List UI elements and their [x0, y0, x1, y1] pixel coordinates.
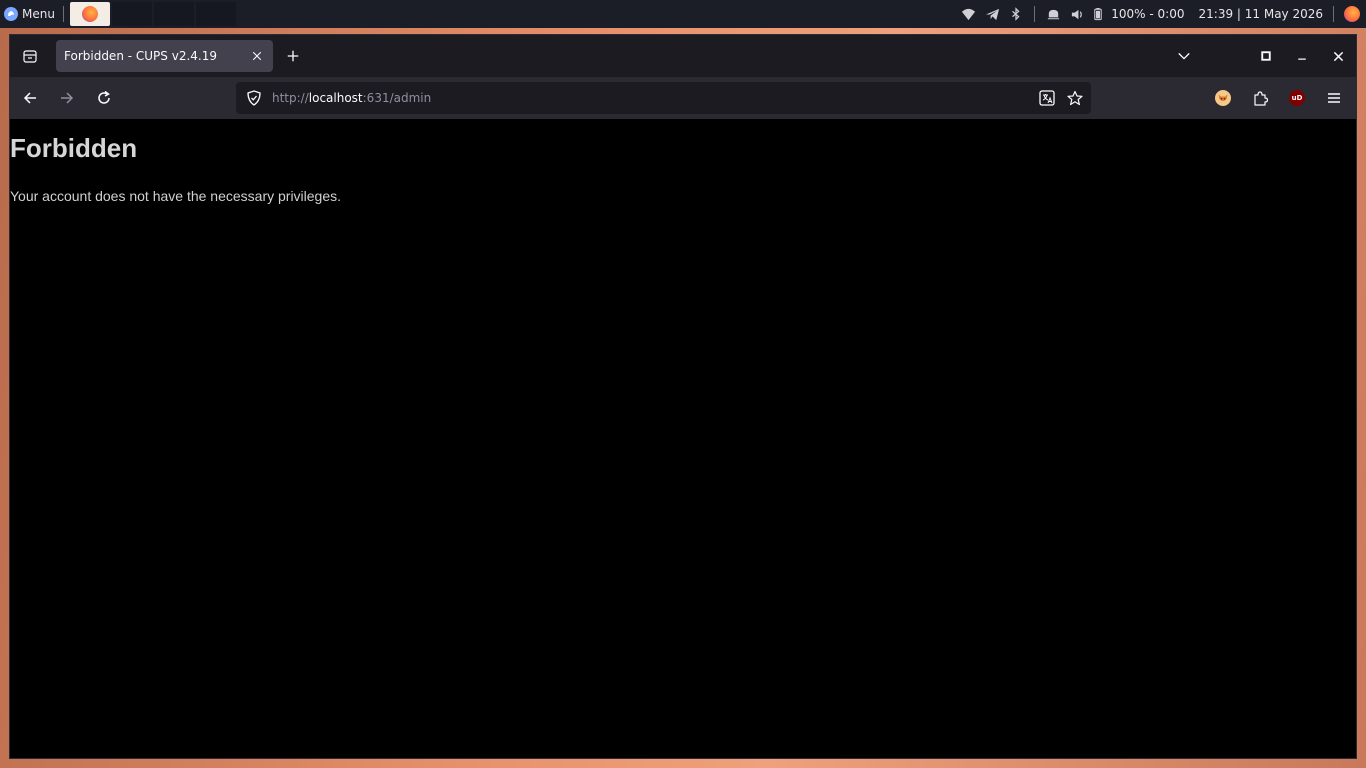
wifi-icon[interactable] [960, 6, 976, 22]
battery-icon[interactable] [1093, 6, 1103, 22]
back-arrow-icon [23, 92, 36, 104]
reload-icon [98, 90, 110, 104]
error-message: Your account does not have the necessary… [10, 188, 342, 204]
page-heading: Forbidden [10, 133, 138, 163]
url-scheme: http:// [272, 91, 309, 105]
maximize-button[interactable] [1248, 35, 1284, 77]
reload-button[interactable] [87, 82, 121, 114]
notification-icon[interactable] [1045, 6, 1061, 22]
toolbar-extensions: uD [1207, 82, 1350, 114]
menu-label: Menu [22, 7, 55, 21]
taskbar-firefox-button[interactable] [69, 2, 110, 26]
bookmark-star-icon[interactable] [1067, 90, 1083, 106]
forward-arrow-icon [61, 92, 74, 104]
back-button[interactable] [13, 82, 47, 114]
puzzle-piece-icon [1254, 91, 1268, 106]
close-icon [1333, 51, 1343, 61]
clock-text[interactable]: 21:39 | 11 May 2026 [1199, 7, 1324, 21]
close-window-button[interactable] [1320, 35, 1356, 77]
panel-separator [62, 6, 64, 22]
app-menu-button[interactable] [1318, 82, 1350, 114]
forward-button[interactable] [50, 82, 84, 114]
hamburger-menu-icon [1328, 93, 1340, 103]
panel-separator [1034, 6, 1036, 22]
ublock-origin-button[interactable]: uD [1281, 82, 1313, 114]
firefox-launcher-icon[interactable] [1344, 6, 1360, 22]
firefox-view-icon [23, 50, 37, 63]
plus-icon [287, 50, 299, 62]
url-text: http://localhost:631/admin [272, 91, 431, 105]
list-all-tabs-button[interactable] [1166, 35, 1202, 77]
url-actions [1039, 90, 1083, 106]
url-host: localhost [308, 91, 363, 105]
chevron-down-icon [1178, 52, 1190, 60]
new-tab-button[interactable] [277, 40, 309, 72]
maximize-icon [1261, 51, 1271, 61]
tab-bar: Forbidden - CUPS v2.4.19 [10, 35, 1356, 77]
menu-logo-icon [4, 7, 18, 21]
ublock-origin-icon: uD [1289, 90, 1305, 106]
volume-icon[interactable] [1069, 6, 1085, 22]
url-bar[interactable]: http://localhost:631/admin [236, 82, 1091, 114]
extension-fox-button[interactable] [1207, 82, 1239, 114]
workspace-slot[interactable] [153, 2, 194, 26]
fox-extension-icon [1215, 90, 1231, 106]
top-panel: Menu 100% - 0:00 21:39 | 11 May 2026 [0, 0, 1366, 28]
menu-button[interactable]: Menu [0, 0, 61, 28]
tab-active[interactable]: Forbidden - CUPS v2.4.19 [56, 40, 273, 72]
workspace-slot[interactable] [111, 2, 152, 26]
tracking-protection-shield-icon[interactable] [246, 90, 262, 106]
system-tray: 100% - 0:00 21:39 | 11 May 2026 [960, 0, 1366, 28]
minimize-icon [1298, 58, 1306, 60]
minimize-button[interactable] [1284, 35, 1320, 77]
window-controls [1248, 35, 1356, 77]
close-tab-icon[interactable] [249, 48, 265, 64]
navigation-toolbar: http://localhost:631/admin uD [10, 77, 1356, 119]
firefox-icon [81, 6, 98, 22]
translate-icon[interactable] [1039, 90, 1055, 106]
browser-window: Forbidden - CUPS v2.4.19 http://localhos… [10, 35, 1356, 758]
bluetooth-icon[interactable] [1008, 6, 1024, 22]
battery-text: 100% - 0:00 [1111, 7, 1185, 21]
panel-separator [1333, 6, 1334, 22]
workspace-slot[interactable] [195, 2, 236, 26]
telegram-icon[interactable] [984, 6, 1000, 22]
url-path: :631/admin [362, 91, 432, 105]
firefox-view-button[interactable] [10, 35, 50, 77]
page-content: Forbidden Your account does not have the… [10, 119, 1356, 758]
tab-title: Forbidden - CUPS v2.4.19 [64, 49, 217, 63]
extensions-button[interactable] [1244, 82, 1276, 114]
